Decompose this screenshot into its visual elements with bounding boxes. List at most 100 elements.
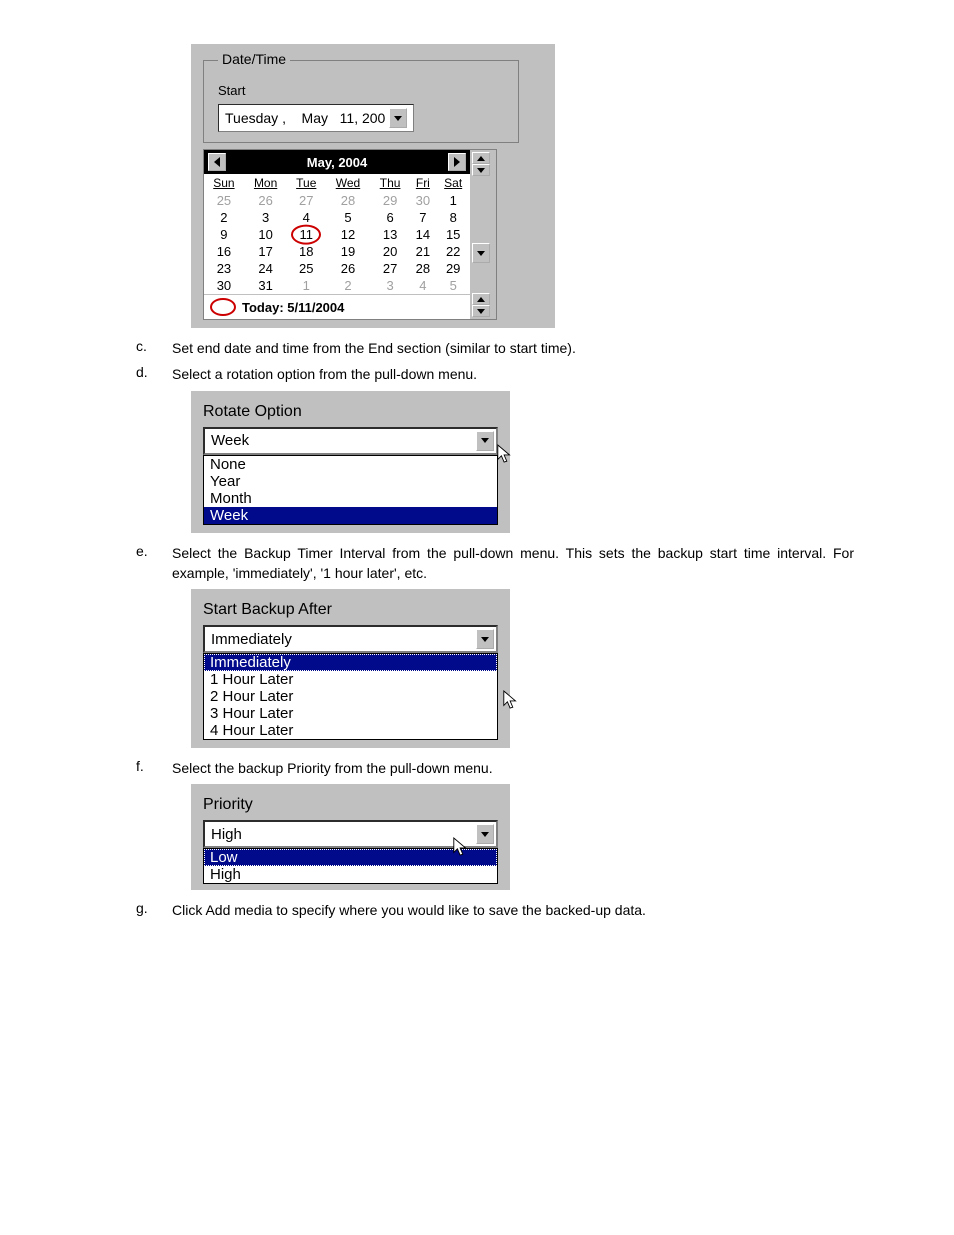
- calendar-day-cell[interactable]: 2: [204, 209, 244, 226]
- start-date-field[interactable]: Tuesday , May 11, 200: [218, 104, 414, 132]
- calendar-day-cell[interactable]: 10: [244, 226, 288, 243]
- calendar-day-cell[interactable]: 16: [204, 243, 244, 260]
- calendar-day-cell[interactable]: 17: [244, 243, 288, 260]
- rotate-option-list[interactable]: NoneYearMonthWeek: [203, 455, 498, 525]
- calendar-day-cell[interactable]: 18: [287, 243, 325, 260]
- calendar-day-cell[interactable]: 27: [287, 192, 325, 209]
- date-dropdown-button[interactable]: [389, 108, 407, 128]
- calendar-day-cell[interactable]: 1: [436, 192, 470, 209]
- calendar-day-cell[interactable]: 22: [436, 243, 470, 260]
- dropdown-option[interactable]: 4 Hour Later: [204, 722, 497, 739]
- rotate-dropdown-button[interactable]: [476, 431, 494, 451]
- dropdown-option[interactable]: Month: [204, 490, 497, 507]
- priority-title: Priority: [203, 796, 498, 814]
- cursor-icon: [502, 689, 520, 711]
- calendar-day-cell[interactable]: 2: [325, 277, 371, 294]
- dropdown-option[interactable]: None: [204, 456, 497, 473]
- dropdown-option[interactable]: Week: [204, 507, 497, 524]
- calendar-day-cell[interactable]: 9: [204, 226, 244, 243]
- date-month: May: [302, 110, 328, 126]
- start-label: Start: [218, 83, 508, 98]
- calendar-day-cell[interactable]: 23: [204, 260, 244, 277]
- calendar-day-cell[interactable]: 24: [244, 260, 288, 277]
- calendar-day-cell[interactable]: 7: [409, 209, 436, 226]
- chevron-down-icon: [481, 637, 489, 642]
- step-c: c. Set end date and time from the End se…: [136, 338, 854, 358]
- start-backup-after-select[interactable]: Immediately: [203, 625, 498, 653]
- arrow-left-icon: [214, 157, 220, 167]
- date-year: 200: [362, 110, 385, 126]
- priority-panel: Priority High LowHigh: [191, 784, 510, 890]
- calendar-day-cell[interactable]: 13: [371, 226, 410, 243]
- dropdown-option[interactable]: High: [204, 866, 497, 883]
- chevron-down-icon: [481, 438, 489, 443]
- calendar-day-cell[interactable]: 29: [436, 260, 470, 277]
- calendar-day-cell[interactable]: 26: [325, 260, 371, 277]
- calendar-day-cell[interactable]: 5: [325, 209, 371, 226]
- date-day: 11,: [340, 110, 358, 126]
- step-e: e. Select the Backup Timer Interval from…: [136, 543, 854, 584]
- spinner-down-button-2[interactable]: [472, 305, 490, 317]
- calendar-day-cell[interactable]: 31: [244, 277, 288, 294]
- calendar-day-cell[interactable]: 11: [287, 226, 325, 243]
- prev-month-button[interactable]: [208, 153, 226, 171]
- calendar-day-header: Tue: [287, 174, 325, 192]
- rotate-option-panel: Rotate Option Week NoneYearMonthWeek: [191, 391, 510, 533]
- calendar-day-cell[interactable]: 5: [436, 277, 470, 294]
- calendar-day-cell[interactable]: 1: [287, 277, 325, 294]
- date-time-legend: Date/Time: [218, 51, 290, 67]
- calendar-day-header: Sun: [204, 174, 244, 192]
- date-time-panel: Date/Time Start Tuesday , May 11, 200: [191, 44, 555, 328]
- calendar-day-header: Wed: [325, 174, 371, 192]
- spinner-up-button[interactable]: [472, 152, 490, 164]
- calendar-title: May, 2004: [307, 155, 367, 170]
- calendar-day-cell[interactable]: 3: [371, 277, 410, 294]
- arrow-right-icon: [454, 157, 460, 167]
- calendar-day-cell[interactable]: 27: [371, 260, 410, 277]
- calendar-day-header: Mon: [244, 174, 288, 192]
- step-f: f. Select the backup Priority from the p…: [136, 758, 854, 778]
- dropdown-option[interactable]: Year: [204, 473, 497, 490]
- calendar-day-cell[interactable]: 3: [244, 209, 288, 226]
- calendar-day-header: Sat: [436, 174, 470, 192]
- today-highlight-icon: [291, 224, 321, 244]
- calendar-day-cell[interactable]: 30: [409, 192, 436, 209]
- dropdown-option[interactable]: 1 Hour Later: [204, 671, 497, 688]
- start-backup-after-panel: Start Backup After Immediately Immediate…: [191, 589, 510, 748]
- calendar-day-header: Fri: [409, 174, 436, 192]
- calendar-day-cell[interactable]: 8: [436, 209, 470, 226]
- rotate-option-select[interactable]: Week: [203, 427, 498, 455]
- calendar-grid: SunMonTueWedThuFriSat 252627282930123456…: [204, 174, 470, 294]
- calendar-day-cell[interactable]: 25: [204, 192, 244, 209]
- dropdown-option[interactable]: Immediately: [204, 654, 497, 671]
- calendar-day-cell[interactable]: 30: [204, 277, 244, 294]
- side-dropdown-button[interactable]: [472, 243, 490, 263]
- today-ring-icon: [210, 298, 236, 316]
- dropdown-option[interactable]: 2 Hour Later: [204, 688, 497, 705]
- backup-dropdown-button[interactable]: [476, 629, 494, 649]
- calendar-day-cell[interactable]: 15: [436, 226, 470, 243]
- calendar-day-cell[interactable]: 12: [325, 226, 371, 243]
- chevron-down-icon: [481, 832, 489, 837]
- calendar-day-cell[interactable]: 4: [409, 277, 436, 294]
- calendar-day-cell[interactable]: 28: [409, 260, 436, 277]
- arrow-up-icon: [477, 156, 485, 161]
- today-link[interactable]: Today: 5/11/2004: [204, 294, 470, 319]
- calendar-day-cell[interactable]: 6: [371, 209, 410, 226]
- calendar-day-cell[interactable]: 26: [244, 192, 288, 209]
- spinner-down-button[interactable]: [472, 164, 490, 176]
- cursor-icon: [452, 836, 470, 858]
- chevron-down-icon: [477, 251, 485, 256]
- calendar-day-cell[interactable]: 28: [325, 192, 371, 209]
- next-month-button[interactable]: [448, 153, 466, 171]
- priority-dropdown-button[interactable]: [476, 824, 494, 844]
- calendar-day-cell[interactable]: 20: [371, 243, 410, 260]
- calendar-day-cell[interactable]: 21: [409, 243, 436, 260]
- start-backup-after-list[interactable]: Immediately1 Hour Later2 Hour Later3 Hou…: [203, 653, 498, 740]
- spinner-up-button-2[interactable]: [472, 293, 490, 305]
- calendar-day-cell[interactable]: 19: [325, 243, 371, 260]
- calendar-day-cell[interactable]: 25: [287, 260, 325, 277]
- dropdown-option[interactable]: 3 Hour Later: [204, 705, 497, 722]
- calendar-day-cell[interactable]: 29: [371, 192, 410, 209]
- calendar-day-cell[interactable]: 14: [409, 226, 436, 243]
